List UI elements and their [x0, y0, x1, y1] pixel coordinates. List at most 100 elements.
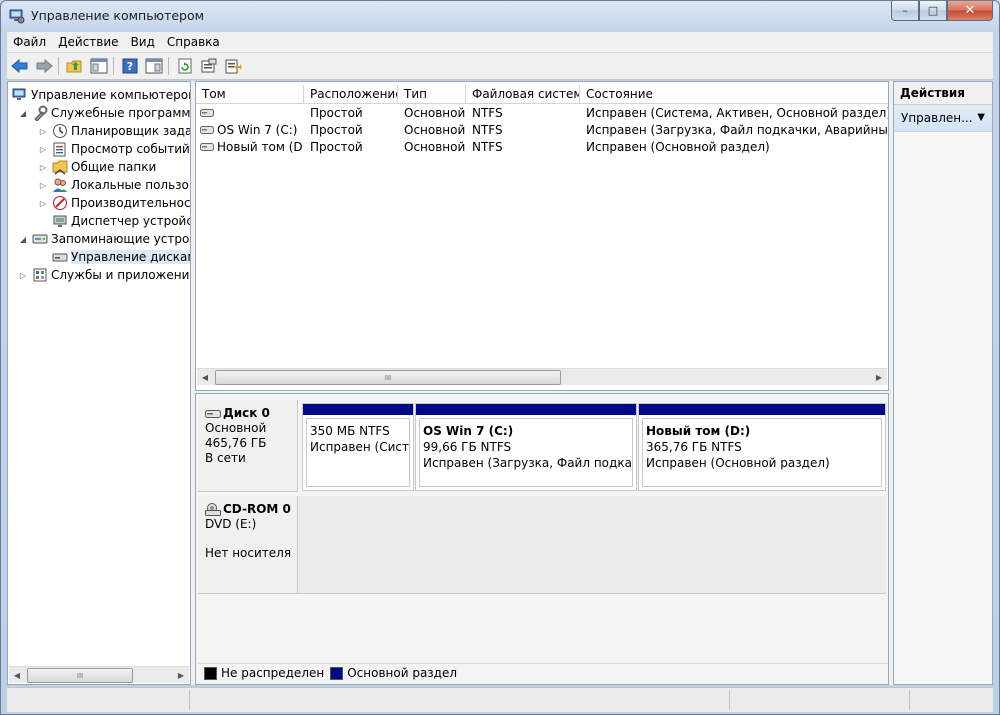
- volume-name: [217, 105, 302, 122]
- cdrom0-empty-area[interactable]: [298, 496, 886, 594]
- tree-item-performance[interactable]: ▷ Производительность: [38, 194, 190, 212]
- console-tree: Управление компьютером ( ◢ Служебные про…: [7, 81, 191, 685]
- menu-view[interactable]: Вид: [125, 35, 161, 49]
- expand-arrow-icon[interactable]: ▷: [38, 145, 48, 154]
- tree-horizontal-scrollbar[interactable]: ◀ III ▶: [9, 666, 189, 683]
- menu-bar: Файл Действие Вид Справка: [7, 32, 993, 53]
- volume-list: Том Расположение Тип Файловая система Со…: [195, 81, 889, 391]
- menu-help[interactable]: Справка: [161, 35, 226, 49]
- computer-management-window: Управление компьютером – □ ✕ Файл Действ…: [0, 0, 1000, 715]
- storage-icon: [32, 234, 48, 244]
- thumb-grip: III: [76, 671, 84, 680]
- volume-row[interactable]: OS Win 7 (C:) Простой Основной NTFS Испр…: [196, 122, 888, 139]
- tree-item-computer-management[interactable]: Управление компьютером (: [12, 86, 190, 104]
- partition-system-reserved[interactable]: 350 МБ NTFS Исправен (Систем: [302, 403, 414, 491]
- scroll-track[interactable]: III: [25, 667, 173, 683]
- export-list-button[interactable]: [222, 55, 244, 77]
- computer-management-icon: [12, 88, 26, 100]
- show-console-tree-button[interactable]: [88, 55, 110, 77]
- expand-arrow-icon[interactable]: ▷: [38, 163, 48, 172]
- properties-button[interactable]: [198, 55, 220, 77]
- scroll-track[interactable]: III: [213, 369, 871, 385]
- partition-status: Исправен (Систем: [310, 440, 409, 454]
- back-button[interactable]: [9, 55, 31, 77]
- svg-text:?: ?: [127, 60, 133, 73]
- computer-management-icon: [9, 9, 25, 24]
- expand-arrow-icon[interactable]: ▷: [38, 127, 48, 136]
- title-bar[interactable]: Управление компьютером – □ ✕: [1, 1, 999, 31]
- back-arrow-icon: [11, 58, 28, 74]
- expand-arrow-icon[interactable]: ▷: [18, 271, 28, 280]
- scroll-thumb[interactable]: III: [27, 668, 133, 683]
- tree-item-label: Общие папки: [71, 160, 157, 174]
- disk0-size: 465,76 ГБ: [205, 436, 267, 450]
- close-icon: ✕: [964, 3, 976, 18]
- tree-item-task-scheduler[interactable]: ▷ Планировщик задани: [38, 122, 190, 140]
- scroll-right-icon[interactable]: ▶: [871, 369, 887, 385]
- forward-button[interactable]: [33, 55, 55, 77]
- tree-item-local-users[interactable]: ▷ Локальные пользовате: [38, 176, 190, 194]
- scroll-right-icon[interactable]: ▶: [173, 667, 189, 683]
- volume-row[interactable]: Новый том (D:) Простой Основной NTFS Исп…: [196, 139, 888, 156]
- tools-icon: [34, 105, 48, 121]
- tree-item-event-viewer[interactable]: ▷ Просмотр событий: [38, 140, 190, 158]
- toolbar-separator: [113, 57, 114, 75]
- partition-d[interactable]: Новый том (D:) 365,76 ГБ NTFS Исправен (…: [638, 403, 886, 491]
- collapse-arrow-icon[interactable]: ◢: [18, 235, 28, 244]
- event-viewer-icon: [53, 142, 66, 157]
- cdrom0-info[interactable]: CD-ROM 0 DVD (E:) Нет носителя: [198, 496, 298, 594]
- scroll-left-icon[interactable]: ◀: [9, 667, 25, 683]
- maximize-button[interactable]: □: [919, 1, 947, 21]
- tree-item-system-tools[interactable]: ◢ Служебные программы: [18, 104, 190, 122]
- close-button[interactable]: ✕: [947, 1, 993, 21]
- help-button[interactable]: ?: [119, 55, 141, 77]
- volume-type: Основной: [404, 106, 466, 120]
- maximize-icon: □: [927, 4, 939, 17]
- services-icon: [33, 268, 47, 282]
- partition-bar: [416, 404, 636, 415]
- menu-file[interactable]: Файл: [7, 35, 52, 49]
- volume-row[interactable]: Простой Основной NTFS Исправен (Система,…: [196, 105, 888, 122]
- partition-size: 350 МБ NTFS: [310, 424, 390, 438]
- tree-item-device-manager[interactable]: Диспетчер устройств: [38, 212, 190, 230]
- scroll-left-icon[interactable]: ◀: [197, 369, 213, 385]
- tree-item-shared-folders[interactable]: ▷ Общие папки: [38, 158, 156, 176]
- tree-item-label: Управление дисками: [71, 250, 190, 264]
- volume-horizontal-scrollbar[interactable]: ◀ III ▶: [197, 368, 887, 385]
- tree-item-services-apps[interactable]: ▷ Службы и приложения: [18, 266, 190, 284]
- refresh-button[interactable]: [174, 55, 196, 77]
- column-header-type[interactable]: Тип: [398, 85, 466, 104]
- toolbar: ?: [7, 53, 993, 80]
- partition-status: Исправен (Основной раздел): [646, 456, 830, 470]
- column-header-layout[interactable]: Расположение: [304, 85, 398, 104]
- scroll-thumb[interactable]: III: [215, 370, 561, 385]
- minimize-button[interactable]: –: [891, 1, 919, 21]
- volume-filesystem: NTFS: [472, 140, 503, 154]
- cdrom0-type: DVD (E:): [205, 517, 257, 531]
- column-header-volume[interactable]: Том: [196, 85, 304, 104]
- tree-item-disk-management[interactable]: Управление дисками: [38, 248, 190, 266]
- dropdown-arrow-icon[interactable]: ▼: [977, 105, 985, 131]
- disk-management-icon: [52, 253, 68, 262]
- actions-item-label: Управлен...: [901, 111, 973, 125]
- disk0-info[interactable]: Диск 0 Основной 465,76 ГБ В сети: [198, 400, 298, 492]
- column-header-status[interactable]: Состояние: [580, 85, 888, 104]
- toolbar-separator: [168, 57, 169, 75]
- expand-arrow-icon[interactable]: ▷: [38, 199, 48, 208]
- minimize-icon: –: [902, 4, 908, 17]
- tree-item-storage[interactable]: ◢ Запоминающие устройст: [18, 230, 190, 248]
- tree-item-label: Локальные пользовате: [71, 178, 190, 192]
- menu-action[interactable]: Действие: [52, 35, 124, 49]
- collapse-arrow-icon[interactable]: ◢: [18, 109, 28, 118]
- actions-item-disk-management[interactable]: Управлен... ▼: [894, 105, 992, 132]
- volume-disk-icon: [200, 143, 214, 151]
- expand-arrow-icon[interactable]: ▷: [38, 181, 48, 190]
- show-action-pane-button[interactable]: [143, 55, 165, 77]
- partition-status: Исправен (Загрузка, Файл подкачки, А: [423, 456, 632, 470]
- volume-filesystem: NTFS: [472, 106, 503, 120]
- actions-header: Действия: [894, 82, 992, 105]
- column-header-filesystem[interactable]: Файловая система: [466, 85, 580, 104]
- partition-name: OS Win 7 (C:): [423, 424, 514, 438]
- up-level-button[interactable]: [64, 55, 86, 77]
- partition-c[interactable]: OS Win 7 (C:) 99,66 ГБ NTFS Исправен (За…: [415, 403, 637, 491]
